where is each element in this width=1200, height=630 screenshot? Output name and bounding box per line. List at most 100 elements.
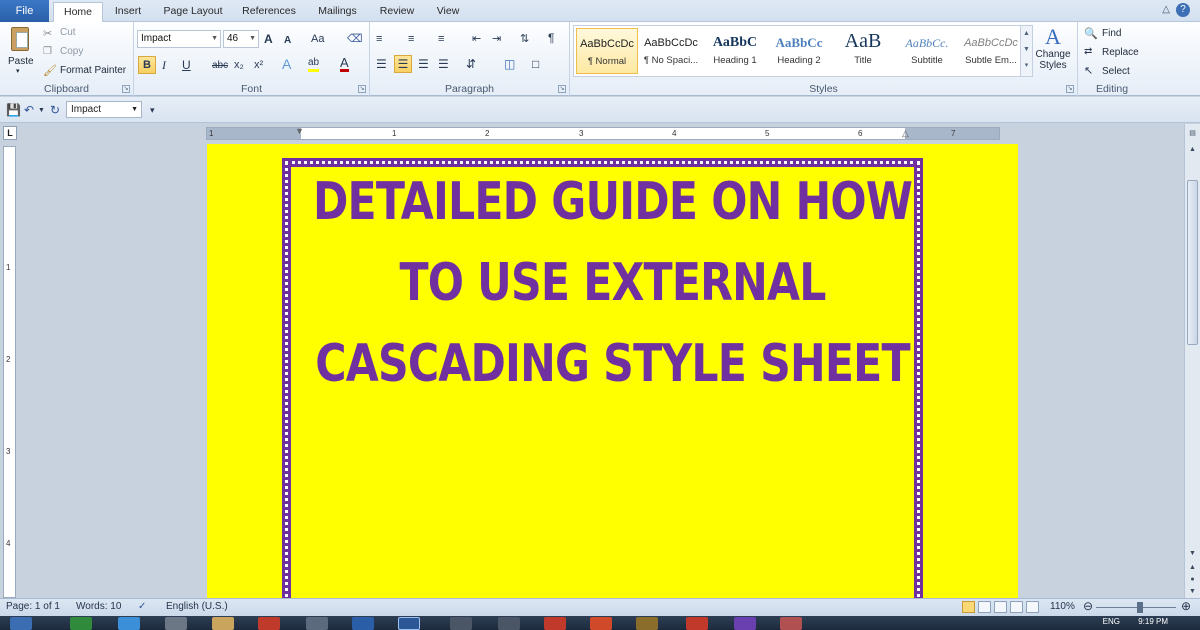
select-browse-object-icon[interactable]: ● bbox=[1187, 574, 1198, 586]
outline-view-button[interactable] bbox=[1010, 601, 1023, 613]
highlight-icon[interactable]: ab bbox=[308, 57, 320, 72]
gallery-down-icon[interactable]: ▼ bbox=[1021, 42, 1032, 58]
align-right-icon[interactable]: ☰ bbox=[418, 56, 429, 72]
underline-button[interactable]: U bbox=[182, 57, 191, 73]
previous-page-icon[interactable]: ▲ bbox=[1187, 562, 1198, 574]
proofing-icon[interactable]: ✓ bbox=[138, 601, 146, 612]
tab-view[interactable]: View bbox=[430, 2, 466, 22]
tab-references[interactable]: References bbox=[238, 2, 300, 22]
save-icon[interactable]: 💾 bbox=[6, 102, 21, 118]
taskbar-app-icon[interactable] bbox=[636, 617, 658, 630]
font-launcher-icon[interactable]: ↘ bbox=[358, 85, 366, 93]
paste-dropdown-icon[interactable]: ▾ bbox=[16, 67, 20, 75]
folder-icon[interactable] bbox=[212, 617, 234, 630]
qat-font-combo[interactable]: Impact ▼ bbox=[66, 101, 142, 118]
page-count[interactable]: Page: 1 of 1 bbox=[6, 601, 60, 612]
justify-icon[interactable]: ☰ bbox=[438, 56, 449, 72]
styles-launcher-icon[interactable]: ↘ bbox=[1066, 85, 1074, 93]
style-normal[interactable]: AaBbCcDc ¶ Normal bbox=[576, 28, 638, 74]
word-icon[interactable] bbox=[398, 617, 420, 630]
taskbar-app-icon[interactable] bbox=[258, 617, 280, 630]
full-screen-view-button[interactable] bbox=[978, 601, 991, 613]
font-family-combo[interactable]: Impact ▼ bbox=[137, 30, 221, 48]
print-layout-view-button[interactable] bbox=[962, 601, 975, 613]
gallery-scroll[interactable]: ▲ ▼ ▾ bbox=[1020, 26, 1032, 76]
zoom-slider[interactable] bbox=[1096, 607, 1176, 608]
draft-view-button[interactable] bbox=[1026, 601, 1039, 613]
taskbar-app-icon[interactable] bbox=[498, 617, 520, 630]
copy-button[interactable]: Copy bbox=[60, 46, 83, 57]
vertical-scrollbar[interactable]: ▤ ▲ ▼ ▲ ● ▼ bbox=[1184, 124, 1200, 598]
shading-icon[interactable]: ◫ bbox=[504, 56, 515, 72]
help-icon[interactable]: ? bbox=[1176, 3, 1190, 17]
align-center-icon[interactable]: ☰ bbox=[394, 55, 412, 73]
vertical-ruler[interactable]: 1 2 3 4 bbox=[3, 146, 16, 598]
next-page-icon[interactable]: ▼ bbox=[1187, 586, 1198, 598]
customize-qat-icon[interactable]: ▾ bbox=[150, 102, 155, 118]
style-title[interactable]: AaB Title bbox=[832, 28, 894, 74]
minimize-ribbon-icon[interactable]: △ bbox=[1162, 4, 1170, 15]
web-layout-view-button[interactable] bbox=[994, 601, 1007, 613]
align-left-icon[interactable]: ☰ bbox=[376, 56, 387, 72]
replace-button[interactable]: Replace bbox=[1102, 47, 1139, 58]
language-indicator[interactable]: English (U.S.) bbox=[166, 601, 228, 612]
powerpoint-icon[interactable] bbox=[590, 617, 612, 630]
tab-page-layout[interactable]: Page Layout bbox=[158, 2, 228, 22]
horizontal-ruler[interactable]: 1 1 2 3 4 5 6 7 ▼ △ bbox=[206, 125, 1000, 141]
format-painter-button[interactable]: Format Painter bbox=[60, 65, 126, 76]
clock[interactable]: 9:19 PM bbox=[1138, 617, 1168, 626]
tab-insert[interactable]: Insert bbox=[108, 2, 148, 22]
undo-icon[interactable]: ↶ bbox=[24, 102, 34, 118]
clipboard-launcher-icon[interactable]: ↘ bbox=[122, 85, 130, 93]
mail-icon[interactable] bbox=[306, 617, 328, 630]
document-area[interactable]: DETAILED GUIDE ON HOW TO USE EXTERNAL CA… bbox=[18, 144, 1184, 598]
zoom-level[interactable]: 110% bbox=[1050, 601, 1075, 612]
gallery-more-icon[interactable]: ▾ bbox=[1021, 58, 1032, 74]
paragraph-launcher-icon[interactable]: ↘ bbox=[558, 85, 566, 93]
bullets-icon[interactable]: ≡ bbox=[376, 31, 382, 47]
sort-icon[interactable]: ⇅ bbox=[520, 31, 529, 47]
undo-dropdown-icon[interactable]: ▼ bbox=[38, 103, 45, 119]
clear-formatting-icon[interactable]: ⌫ bbox=[347, 31, 363, 47]
zoom-slider-thumb[interactable] bbox=[1137, 602, 1143, 613]
line-spacing-icon[interactable]: ⇵ bbox=[466, 56, 476, 72]
view-ruler-icon[interactable]: ▤ bbox=[1187, 128, 1198, 140]
right-indent-icon[interactable]: △ bbox=[902, 125, 909, 141]
gallery-up-icon[interactable]: ▲ bbox=[1021, 26, 1032, 42]
tab-file[interactable]: File bbox=[0, 0, 49, 22]
start-button[interactable] bbox=[10, 617, 32, 630]
taskbar-app-icon[interactable] bbox=[450, 617, 472, 630]
scroll-up-icon[interactable]: ▲ bbox=[1187, 144, 1198, 156]
select-button[interactable]: Select bbox=[1102, 66, 1130, 77]
font-color-icon[interactable]: A bbox=[340, 56, 349, 72]
taskbar-app-icon[interactable] bbox=[70, 617, 92, 630]
redo-icon[interactable]: ↻ bbox=[50, 102, 60, 118]
change-case-icon[interactable]: Aa bbox=[311, 31, 324, 47]
superscript-button[interactable]: x² bbox=[254, 57, 263, 73]
cut-button[interactable]: Cut bbox=[60, 27, 76, 38]
tab-review[interactable]: Review bbox=[375, 2, 419, 22]
italic-button[interactable]: I bbox=[162, 57, 166, 73]
document-page[interactable]: DETAILED GUIDE ON HOW TO USE EXTERNAL CA… bbox=[207, 144, 1018, 598]
word-count[interactable]: Words: 10 bbox=[76, 601, 121, 612]
find-button[interactable]: Find bbox=[1102, 28, 1121, 39]
taskbar-app-icon[interactable] bbox=[780, 617, 802, 630]
zoom-in-icon[interactable]: ⊕ bbox=[1181, 599, 1191, 613]
style-subtle-emphasis[interactable]: AaBbCcDc Subtle Em... bbox=[960, 28, 1022, 74]
first-line-indent-icon[interactable]: ▼ bbox=[295, 123, 304, 139]
tab-mailings[interactable]: Mailings bbox=[310, 2, 365, 22]
style-subtitle[interactable]: AaBbCc. Subtitle bbox=[896, 28, 958, 74]
borders-icon[interactable]: □ bbox=[532, 56, 539, 72]
scroll-down-icon[interactable]: ▼ bbox=[1187, 548, 1198, 560]
style-no-spacing[interactable]: AaBbCcDc ¶ No Spaci... bbox=[640, 28, 702, 74]
taskbar-app-icon[interactable] bbox=[352, 617, 374, 630]
bold-button[interactable]: B bbox=[138, 56, 156, 74]
taskbar-app-icon[interactable] bbox=[165, 617, 187, 630]
strikethrough-button[interactable]: abc bbox=[212, 58, 228, 74]
taskbar-app-icon[interactable] bbox=[734, 617, 756, 630]
increase-indent-icon[interactable]: ⇥ bbox=[492, 31, 501, 47]
shrink-font-icon[interactable]: A bbox=[284, 33, 291, 49]
tab-home[interactable]: Home bbox=[53, 2, 103, 23]
font-size-combo[interactable]: 46 ▼ bbox=[223, 30, 259, 48]
paste-button[interactable]: Paste ▾ bbox=[4, 25, 38, 75]
